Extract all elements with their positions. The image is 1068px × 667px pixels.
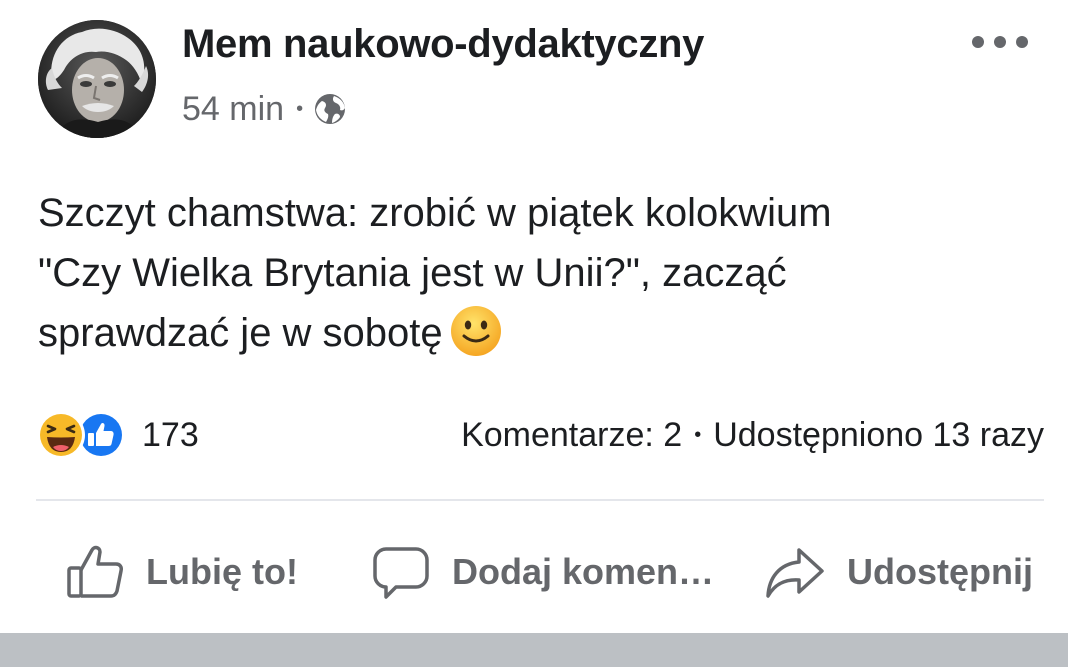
share-arrow-icon — [766, 548, 824, 598]
share-button[interactable]: Udostępnij — [765, 532, 1033, 612]
feed-separator — [0, 633, 1068, 667]
slightly-smiling-face-emoji — [450, 306, 501, 356]
like-button[interactable]: Lubię to! — [66, 532, 298, 612]
page-name[interactable]: Mem naukowo-dydaktyczny — [182, 22, 704, 67]
haha-reaction-icon — [37, 411, 85, 459]
share-label: Udostępnij — [847, 551, 1033, 592]
page-avatar[interactable] — [38, 20, 156, 138]
thumbs-up-icon — [67, 545, 123, 598]
post-card: Mem naukowo-dydaktyczny 54 min • Szczyt … — [0, 0, 1068, 633]
post-text: Szczyt chamstwa: zrobić w piątek kolokwi… — [38, 183, 1038, 363]
dot — [994, 36, 1006, 48]
comment-bubble-icon — [373, 547, 429, 599]
comment-button[interactable]: Dodaj komen… — [372, 532, 714, 612]
action-bar: Lubię to! Dodaj komen… Udostępnij — [0, 532, 1068, 612]
globe-icon — [315, 94, 346, 124]
more-options-icon[interactable] — [972, 28, 1028, 56]
portrait-image — [38, 20, 156, 138]
like-label: Lubię to! — [146, 551, 298, 592]
reactions-summary[interactable]: 173 — [36, 410, 199, 460]
post-text-line: sprawdzać je w sobotę — [38, 311, 443, 355]
post-text-line: Szczyt chamstwa: zrobić w piątek kolokwi… — [38, 191, 832, 235]
stats-separator: • — [694, 423, 702, 446]
comment-label: Dodaj komen… — [452, 551, 715, 592]
divider — [36, 499, 1044, 501]
post-time[interactable]: 54 min — [182, 90, 284, 129]
comments-count[interactable]: Komentarze: 2 — [461, 416, 682, 455]
post-meta: 54 min • — [182, 88, 347, 130]
reaction-count: 173 — [142, 415, 199, 454]
dot — [972, 36, 984, 48]
meta-separator: • — [296, 98, 304, 120]
post-stats: Komentarze: 2 • Udostępniono 13 razy — [461, 410, 1044, 460]
dot — [1016, 36, 1028, 48]
post-text-line: "Czy Wielka Brytania jest w Unii?", zacz… — [38, 251, 787, 295]
shares-count[interactable]: Udostępniono 13 razy — [713, 416, 1044, 455]
